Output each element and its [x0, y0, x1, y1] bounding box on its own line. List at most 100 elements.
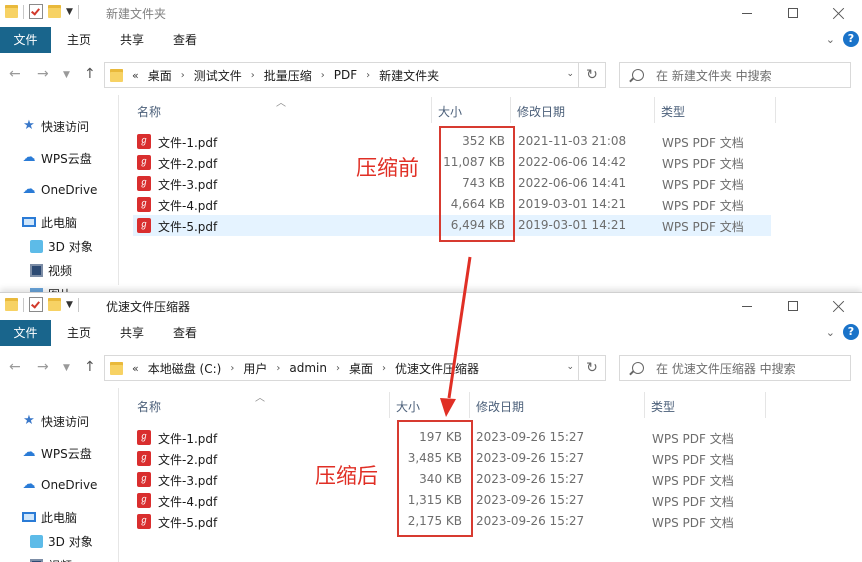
customize-toolbar-dropdown-icon[interactable]: ▼: [66, 7, 73, 17]
address-dropdown-icon[interactable]: ⌄: [566, 362, 574, 372]
up-arrow-icon[interactable]: ↑: [84, 359, 96, 375]
new-folder-icon[interactable]: [48, 5, 61, 18]
forward-arrow-icon[interactable]: →: [37, 359, 49, 375]
breadcrumb-overflow[interactable]: «: [132, 362, 139, 375]
forward-arrow-icon[interactable]: →: [37, 66, 49, 82]
column-divider[interactable]: [431, 97, 432, 123]
close-button[interactable]: [816, 293, 862, 319]
tab-share[interactable]: 共享: [120, 27, 144, 53]
tab-view[interactable]: 查看: [173, 27, 197, 53]
column-header-type[interactable]: 类型: [661, 103, 685, 120]
breadcrumb-separator-icon[interactable]: ›: [230, 363, 234, 374]
breadcrumb-item[interactable]: 桌面: [148, 67, 172, 84]
address-dropdown-icon[interactable]: ⌄: [566, 69, 574, 79]
column-header-modified[interactable]: 修改日期: [476, 398, 524, 415]
column-divider[interactable]: [510, 97, 511, 123]
expand-ribbon-chevron-icon[interactable]: ⌄: [826, 326, 835, 339]
column-header-type[interactable]: 类型: [651, 398, 675, 415]
breadcrumb-item[interactable]: 本地磁盘 (C:): [148, 360, 222, 377]
help-icon[interactable]: ?: [843, 31, 859, 47]
breadcrumb-separator-icon[interactable]: ›: [251, 70, 255, 81]
column-divider[interactable]: [644, 392, 645, 418]
column-header-name[interactable]: 名称: [137, 398, 161, 415]
breadcrumb-item[interactable]: 用户: [243, 360, 267, 377]
breadcrumb-separator-icon[interactable]: ›: [336, 363, 340, 374]
tab-file[interactable]: 文件: [0, 27, 51, 53]
back-arrow-icon[interactable]: ←: [9, 359, 21, 375]
address-bar[interactable]: « 本地磁盘 (C:) › 用户 › admin › 桌面 › 优速文件压缩器 …: [104, 355, 606, 381]
tab-home[interactable]: 主页: [67, 27, 91, 53]
column-divider[interactable]: [469, 392, 470, 418]
sidebar-item-onedrive[interactable]: ☁OneDrive: [22, 179, 97, 201]
customize-toolbar-dropdown-icon[interactable]: ▼: [66, 300, 73, 310]
breadcrumb-separator-icon[interactable]: ›: [366, 70, 370, 81]
annotation-before-compression: 压缩前: [356, 152, 419, 182]
recent-locations-dropdown-icon[interactable]: ▼: [63, 70, 70, 80]
file-type: WPS PDF 文档: [652, 493, 734, 510]
tab-file[interactable]: 文件: [0, 320, 51, 346]
sidebar-item-this-pc[interactable]: 此电脑: [22, 211, 77, 233]
column-divider[interactable]: [765, 392, 766, 418]
sidebar-item-onedrive[interactable]: ☁OneDrive: [22, 474, 97, 496]
breadcrumb-separator-icon[interactable]: ›: [382, 363, 386, 374]
close-icon: [833, 7, 845, 19]
minimize-button[interactable]: [724, 0, 770, 26]
breadcrumb-item-current[interactable]: 优速文件压缩器: [395, 360, 479, 377]
refresh-icon[interactable]: ↻: [578, 356, 605, 380]
sort-ascending-icon: ︿: [255, 389, 265, 404]
breadcrumb-overflow[interactable]: «: [132, 69, 139, 82]
breadcrumb-item[interactable]: 桌面: [349, 360, 373, 377]
search-box[interactable]: 在 新建文件夹 中搜索: [619, 62, 851, 88]
divider: [23, 298, 24, 312]
breadcrumb-item-current[interactable]: 新建文件夹: [379, 67, 439, 84]
sidebar-item-pictures[interactable]: 图片: [30, 283, 72, 292]
computer-icon: [22, 512, 36, 522]
properties-check-icon[interactable]: [29, 4, 43, 19]
breadcrumb-item[interactable]: PDF: [334, 68, 357, 82]
breadcrumb-item[interactable]: admin: [289, 361, 327, 375]
sidebar-item-label: OneDrive: [41, 478, 97, 492]
column-divider[interactable]: [654, 97, 655, 123]
column-header-modified[interactable]: 修改日期: [517, 103, 565, 120]
search-box[interactable]: 在 优速文件压缩器 中搜索: [619, 355, 851, 381]
refresh-icon[interactable]: ↻: [578, 63, 605, 87]
breadcrumb-separator-icon[interactable]: ›: [321, 70, 325, 81]
back-arrow-icon[interactable]: ←: [9, 66, 21, 82]
column-header-size[interactable]: 大小: [396, 398, 420, 415]
maximize-button[interactable]: [770, 293, 816, 319]
sidebar-item-wps-cloud[interactable]: ☁WPS云盘: [22, 442, 92, 464]
new-folder-icon[interactable]: [48, 298, 61, 311]
breadcrumb-separator-icon[interactable]: ›: [276, 363, 280, 374]
folder-icon[interactable]: [5, 5, 18, 18]
expand-ribbon-chevron-icon[interactable]: ⌄: [826, 33, 835, 46]
column-header-name[interactable]: 名称: [137, 103, 161, 120]
sidebar-item-label: 此电脑: [41, 509, 77, 526]
breadcrumb-separator-icon[interactable]: ›: [181, 70, 185, 81]
search-placeholder: 在 优速文件压缩器 中搜索: [656, 360, 796, 377]
minimize-button[interactable]: [724, 293, 770, 319]
tab-view[interactable]: 查看: [173, 320, 197, 346]
file-name: 文件-1.pdf: [158, 430, 217, 447]
sidebar-item-3d-objects[interactable]: 3D 对象: [30, 235, 93, 257]
breadcrumb-item[interactable]: 批量压缩: [264, 67, 312, 84]
sidebar-item-3d-objects[interactable]: 3D 对象: [30, 530, 93, 552]
up-arrow-icon[interactable]: ↑: [84, 66, 96, 82]
breadcrumb-item[interactable]: 测试文件: [194, 67, 242, 84]
tab-home[interactable]: 主页: [67, 320, 91, 346]
sidebar-item-this-pc[interactable]: 此电脑: [22, 506, 77, 528]
column-divider[interactable]: [389, 392, 390, 418]
tab-share[interactable]: 共享: [120, 320, 144, 346]
close-button[interactable]: [816, 0, 862, 26]
sidebar-item-wps-cloud[interactable]: ☁WPS云盘: [22, 147, 92, 169]
properties-check-icon[interactable]: [29, 297, 43, 312]
help-icon[interactable]: ?: [843, 324, 859, 340]
address-bar[interactable]: « 桌面 › 测试文件 › 批量压缩 › PDF › 新建文件夹 ⌄ ↻: [104, 62, 606, 88]
sidebar-item-label: WPS云盘: [41, 150, 92, 167]
sidebar-item-videos[interactable]: 视频: [30, 259, 72, 281]
column-header-size[interactable]: 大小: [438, 103, 462, 120]
column-divider[interactable]: [775, 97, 776, 123]
folder-icon[interactable]: [5, 298, 18, 311]
recent-locations-dropdown-icon[interactable]: ▼: [63, 363, 70, 373]
maximize-button[interactable]: [770, 0, 816, 26]
file-name: 文件-5.pdf: [158, 218, 217, 235]
